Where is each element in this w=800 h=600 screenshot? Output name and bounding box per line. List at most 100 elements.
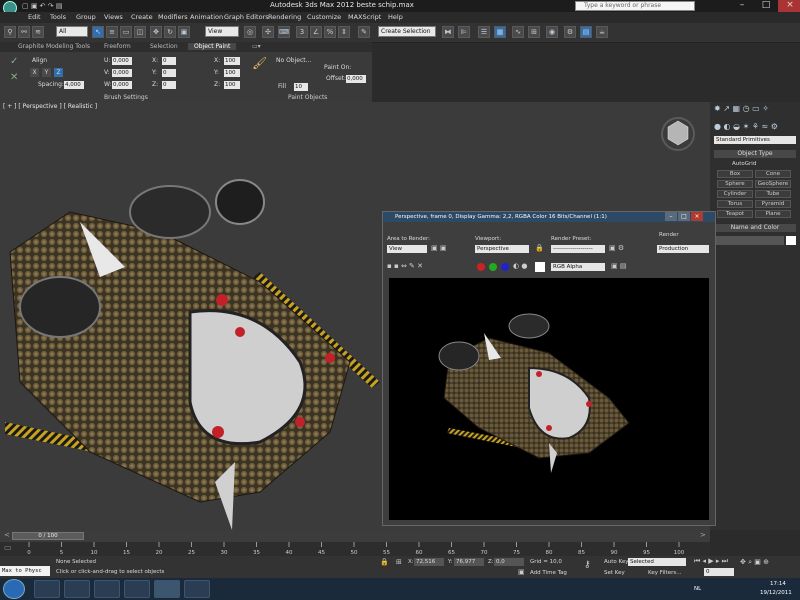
display-mode-icons[interactable]: ▣ ▤ xyxy=(611,262,626,270)
rotate-icon[interactable]: ↻ xyxy=(164,26,176,38)
track-bar[interactable]: ▭ 0 5 10 15 20 25 30 35 40 45 50 55 60 65 70 75 80 85 90 95… xyxy=(0,542,710,556)
fill-input[interactable]: 10 xyxy=(294,83,308,91)
angle-snap-icon[interactable]: ∠ xyxy=(310,26,322,38)
mirror-icon[interactable]: ⧓ xyxy=(442,26,454,38)
axis-z-button[interactable]: Z xyxy=(54,68,63,77)
move-icon[interactable]: ✥ xyxy=(150,26,162,38)
offset-input[interactable]: 0,000 xyxy=(346,75,366,83)
x-coord-field[interactable]: 72,516 xyxy=(414,558,444,566)
pyramid-button[interactable]: Pyramid xyxy=(755,200,791,208)
plane-button[interactable]: Plane xyxy=(755,210,791,218)
rect-selection-icon[interactable]: ▭ xyxy=(120,26,132,38)
explorer-task-icon[interactable] xyxy=(34,580,60,598)
render-mode-dropdown[interactable]: Production xyxy=(657,245,709,253)
time-slider[interactable]: < 0 / 100 > xyxy=(0,530,710,542)
viewport-dropdown[interactable]: Perspective xyxy=(475,245,529,253)
snap-icon[interactable]: 3 xyxy=(296,26,308,38)
paint-brush-icon[interactable]: 🖌 xyxy=(252,56,267,70)
language-indicator[interactable]: NL xyxy=(694,586,701,592)
pos-x-input[interactable]: 0 xyxy=(162,57,176,65)
brush-settings-group[interactable]: Brush Settings xyxy=(104,94,148,101)
scale-x-input[interactable]: 100 xyxy=(224,57,240,65)
axis-y-button[interactable]: Y xyxy=(42,68,51,77)
current-frame-input[interactable]: 0 xyxy=(704,568,734,576)
pos-z-input[interactable]: 0 xyxy=(162,81,176,89)
close-button[interactable]: × xyxy=(778,0,800,12)
key-mode-dropdown[interactable]: Selected xyxy=(628,558,686,566)
named-selection-dropdown[interactable]: Create Selection xyxy=(378,26,436,37)
menu-modifiers[interactable]: Modifiers xyxy=(158,13,188,21)
photoshop-task-icon[interactable] xyxy=(184,580,210,598)
time-prev-icon[interactable]: < xyxy=(4,531,10,539)
align-label[interactable]: Align xyxy=(32,57,47,64)
menu-tools[interactable]: Tools xyxy=(50,13,66,21)
percent-snap-icon[interactable]: % xyxy=(324,26,336,38)
frame-slider-thumb[interactable]: 0 / 100 xyxy=(12,532,84,540)
render-setup-icon[interactable]: ⚙ xyxy=(564,26,576,38)
link-icon[interactable]: ⚲ xyxy=(4,26,16,38)
reference-coord-dropdown[interactable]: View xyxy=(205,26,239,37)
menu-help[interactable]: Help xyxy=(388,13,403,21)
auto-key-button[interactable]: Auto Key xyxy=(604,559,629,565)
tab-graphite-modeling-tools[interactable]: Graphite Modeling Tools xyxy=(18,43,90,50)
ribbon-options-icon[interactable]: ▭▾ xyxy=(252,43,261,50)
tab-selection[interactable]: Selection xyxy=(150,43,178,50)
cone-button[interactable]: Cone xyxy=(755,170,791,178)
object-type-rollout[interactable]: Object Type xyxy=(714,150,796,158)
pos-y-input[interactable]: 0 xyxy=(162,69,176,77)
set-key-button[interactable]: Set Key xyxy=(604,570,625,576)
object-color-swatch[interactable] xyxy=(786,236,796,245)
object-name-input[interactable] xyxy=(714,236,784,245)
menu-customize[interactable]: Customize xyxy=(307,13,341,21)
clock-time[interactable]: 17:14 xyxy=(770,581,786,587)
render-setup-icons[interactable]: ▣ ⚙ xyxy=(609,244,624,252)
scale-y-input[interactable]: 100 xyxy=(224,69,240,77)
render-maximize-button[interactable]: □ xyxy=(678,212,690,221)
red-channel-icon[interactable] xyxy=(477,263,485,271)
search-input[interactable]: Type a keyword or phrase xyxy=(575,1,695,11)
channel-dropdown[interactable]: RGB Alpha xyxy=(551,263,605,271)
green-channel-icon[interactable] xyxy=(489,263,497,271)
selection-lock-icon[interactable]: 🔒 xyxy=(380,558,389,566)
quick-access-icons[interactable]: ▢ ▣ ↶ ↷ ▤ xyxy=(22,2,62,10)
material-editor-icon[interactable]: ◉ xyxy=(546,26,558,38)
nav-controls[interactable]: ✥ ⌕ ▣ ⊕ xyxy=(740,558,769,567)
schematic-view-icon[interactable]: ⊞ xyxy=(528,26,540,38)
blue-channel-icon[interactable] xyxy=(501,263,509,271)
box-button[interactable]: Box xyxy=(717,170,753,178)
start-button[interactable] xyxy=(3,579,25,599)
spinner-snap-icon[interactable]: ⇕ xyxy=(338,26,350,38)
paint-checkmark-icon[interactable]: ✓ xyxy=(10,56,18,67)
cylinder-button[interactable]: Cylinder xyxy=(717,190,753,198)
playback-controls[interactable]: ⏮ ◂ ▶ ▸ ⏭ xyxy=(694,557,728,566)
torus-button[interactable]: Torus xyxy=(717,200,753,208)
window-crossing-icon[interactable]: ◫ xyxy=(134,26,146,38)
swatch-white[interactable] xyxy=(535,262,545,272)
tube-button[interactable]: Tube xyxy=(755,190,791,198)
maximize-button[interactable]: □ xyxy=(754,0,778,12)
menu-create[interactable]: Create xyxy=(131,13,153,21)
area-to-render-dropdown[interactable]: View xyxy=(387,245,427,253)
scale-icon[interactable]: ▣ xyxy=(178,26,190,38)
skype-task-icon[interactable] xyxy=(124,580,150,598)
select-by-name-icon[interactable]: ≡ xyxy=(106,26,118,38)
sphere-button[interactable]: Sphere xyxy=(717,180,753,188)
primitive-category-dropdown[interactable]: Standard Primitives xyxy=(714,136,796,144)
curve-editor-icon[interactable]: ∿ xyxy=(512,26,524,38)
render-production-icon[interactable]: ☕ xyxy=(596,26,608,38)
fill-label[interactable]: Fill xyxy=(278,83,286,90)
render-minimize-button[interactable]: – xyxy=(665,212,677,221)
bind-space-warp-icon[interactable]: ≋ xyxy=(32,26,44,38)
rendered-frame-icon[interactable]: ▤ xyxy=(580,26,592,38)
spacing-input[interactable]: 4,000 xyxy=(64,81,84,89)
lock-icon[interactable]: 🔒 xyxy=(535,244,544,252)
v-input[interactable]: 0,000 xyxy=(112,69,132,77)
menu-views[interactable]: Views xyxy=(104,13,123,21)
autogrid-checkbox[interactable]: AutoGrid xyxy=(732,161,756,167)
clock-date[interactable]: 19/12/2011 xyxy=(760,590,792,596)
w-input[interactable]: 0,000 xyxy=(112,81,132,89)
graphite-toggle-icon[interactable]: ▦ xyxy=(494,26,506,38)
viewcube[interactable] xyxy=(661,117,695,151)
menu-edit[interactable]: Edit xyxy=(28,13,41,21)
name-and-color-rollout[interactable]: Name and Color xyxy=(714,224,796,232)
